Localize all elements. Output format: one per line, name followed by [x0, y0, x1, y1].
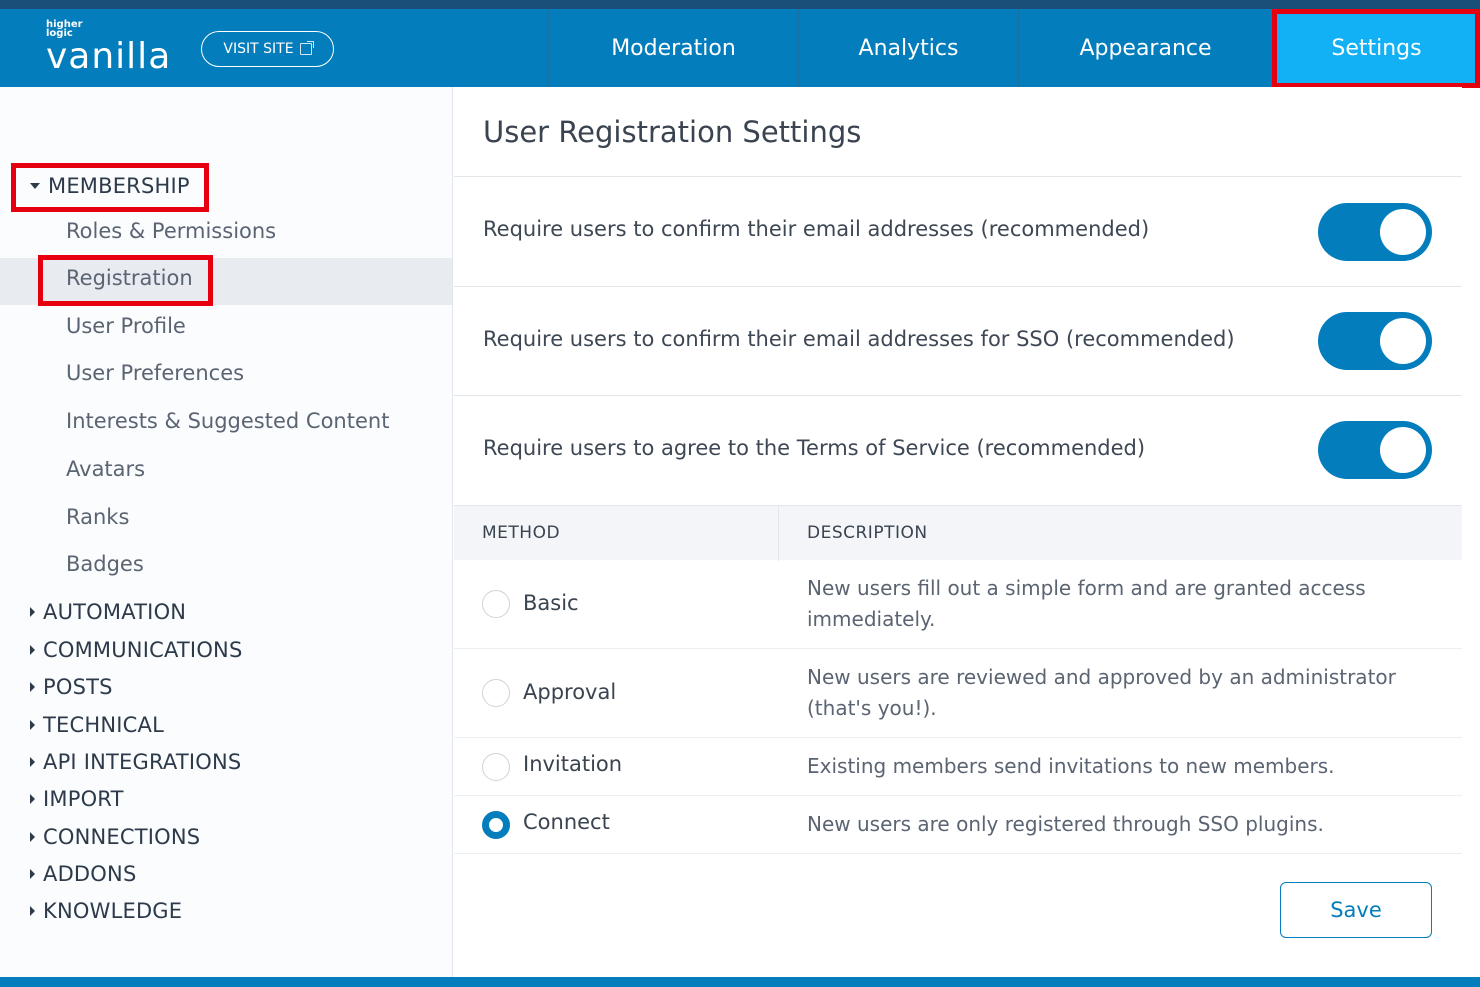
method-row-basic[interactable]: Basic New users fill out a simple form a… [454, 560, 1462, 649]
confirm-email-toggle[interactable] [1318, 203, 1432, 261]
setting-row-confirm-email-sso: Require users to confirm their email add… [454, 286, 1462, 395]
footer-bar [0, 977, 1480, 987]
nav-tab-label: Appearance [1079, 35, 1212, 61]
sidebar-section-label: MEMBERSHIP [48, 174, 190, 198]
method-radio-connect[interactable] [482, 811, 510, 839]
toggle-knob [1380, 209, 1426, 255]
sidebar-section-label: ADDONS [43, 862, 137, 886]
caret-right-icon [30, 607, 35, 617]
method-description: Existing members send invitations to new… [807, 754, 1335, 778]
sidebar-item-badges[interactable]: Badges [66, 552, 144, 576]
caret-right-icon [30, 757, 35, 767]
sidebar-item-user-profile[interactable]: User Profile [66, 314, 186, 338]
vanilla-logo[interactable]: higher logic vanilla [46, 20, 172, 77]
toggle-knob [1380, 427, 1426, 473]
caret-right-icon [30, 682, 35, 692]
sidebar-section-label: CONNECTIONS [43, 825, 201, 849]
setting-label: Require users to agree to the Terms of S… [483, 436, 1146, 460]
sidebar-section-label: AUTOMATION [43, 600, 187, 624]
sidebar-section-connections[interactable]: CONNECTIONS [30, 825, 200, 849]
terms-of-service-toggle[interactable] [1318, 421, 1432, 479]
method-name: Basic [523, 591, 579, 615]
registration-settings-panel: User Registration Settings Require users… [454, 87, 1462, 977]
column-header-description: DESCRIPTION [807, 523, 928, 543]
nav-tab-label: Settings [1331, 35, 1422, 61]
nav-tab-moderation[interactable]: Moderation [548, 9, 798, 87]
nav-tab-label: Analytics [858, 35, 959, 61]
sidebar-section-knowledge[interactable]: KNOWLEDGE [30, 899, 182, 923]
sidebar-item-avatars[interactable]: Avatars [66, 457, 145, 481]
caret-right-icon [30, 869, 35, 879]
sidebar-section-technical[interactable]: TECHNICAL [30, 713, 164, 737]
sidebar-item-interests[interactable]: Interests & Suggested Content [66, 409, 389, 433]
methods-table-header: METHOD DESCRIPTION [454, 505, 1462, 561]
visit-site-button[interactable]: VISIT SITE [201, 31, 334, 67]
sidebar-section-label: POSTS [43, 675, 113, 699]
column-header-method: METHOD [482, 523, 561, 543]
toggle-knob [1380, 318, 1426, 364]
external-link-icon [299, 41, 314, 55]
method-radio-invitation[interactable] [482, 753, 510, 781]
method-name: Approval [523, 680, 617, 704]
method-name: Connect [523, 810, 610, 834]
setting-label: Require users to confirm their email add… [483, 217, 1150, 241]
method-name: Invitation [523, 752, 623, 776]
sidebar-section-label: API INTEGRATIONS [43, 750, 242, 774]
caret-right-icon [30, 645, 35, 655]
sidebar-section-api-integrations[interactable]: API INTEGRATIONS [30, 750, 241, 774]
sidebar-section-automation[interactable]: AUTOMATION [30, 600, 186, 624]
method-radio-basic[interactable] [482, 590, 510, 618]
caret-right-icon [30, 794, 35, 804]
setting-row-terms-of-service: Require users to agree to the Terms of S… [454, 395, 1462, 505]
nav-tab-appearance[interactable]: Appearance [1018, 9, 1272, 87]
caret-right-icon [30, 720, 35, 730]
method-row-connect[interactable]: Connect New users are only registered th… [454, 796, 1462, 854]
sidebar-section-addons[interactable]: ADDONS [30, 862, 136, 886]
nav-tab-settings[interactable]: Settings [1272, 9, 1480, 87]
nav-tab-analytics[interactable]: Analytics [798, 9, 1018, 87]
caret-right-icon [30, 906, 35, 916]
settings-sidebar: MEMBERSHIP Roles & Permissions Registrat… [0, 87, 453, 977]
top-navigation-bar: higher logic vanilla VISIT SITE Moderati… [0, 0, 1480, 87]
sidebar-section-label: KNOWLEDGE [43, 899, 183, 923]
caret-down-icon [30, 183, 40, 189]
setting-row-confirm-email: Require users to confirm their email add… [454, 176, 1462, 286]
method-description: New users fill out a simple form and are… [807, 576, 1366, 631]
sidebar-section-import[interactable]: IMPORT [30, 787, 124, 811]
sidebar-section-label: TECHNICAL [43, 713, 164, 737]
method-description: New users are only registered through SS… [807, 812, 1324, 836]
method-row-approval[interactable]: Approval New users are reviewed and appr… [454, 649, 1462, 738]
sidebar-section-label: IMPORT [43, 787, 124, 811]
sidebar-item-roles-permissions[interactable]: Roles & Permissions [66, 219, 276, 243]
save-button[interactable]: Save [1280, 882, 1432, 938]
sidebar-section-membership[interactable]: MEMBERSHIP [30, 174, 190, 198]
sidebar-item-user-preferences[interactable]: User Preferences [66, 361, 244, 385]
column-divider [778, 506, 779, 561]
caret-right-icon [30, 832, 35, 842]
page-title: User Registration Settings [483, 115, 862, 149]
method-radio-approval[interactable] [482, 679, 510, 707]
sidebar-item-ranks[interactable]: Ranks [66, 505, 129, 529]
nav-tab-label: Moderation [611, 35, 736, 61]
sidebar-item-registration[interactable]: Registration [66, 266, 193, 290]
visit-site-label: VISIT SITE [223, 41, 294, 57]
confirm-email-sso-toggle[interactable] [1318, 312, 1432, 370]
brand-name: vanilla [46, 36, 172, 77]
sidebar-section-communications[interactable]: COMMUNICATIONS [30, 638, 243, 662]
sidebar-section-label: COMMUNICATIONS [43, 638, 243, 662]
method-row-invitation[interactable]: Invitation Existing members send invitat… [454, 738, 1462, 796]
setting-label: Require users to confirm their email add… [483, 327, 1235, 351]
method-description: New users are reviewed and approved by a… [807, 665, 1396, 720]
sidebar-section-posts[interactable]: POSTS [30, 675, 113, 699]
